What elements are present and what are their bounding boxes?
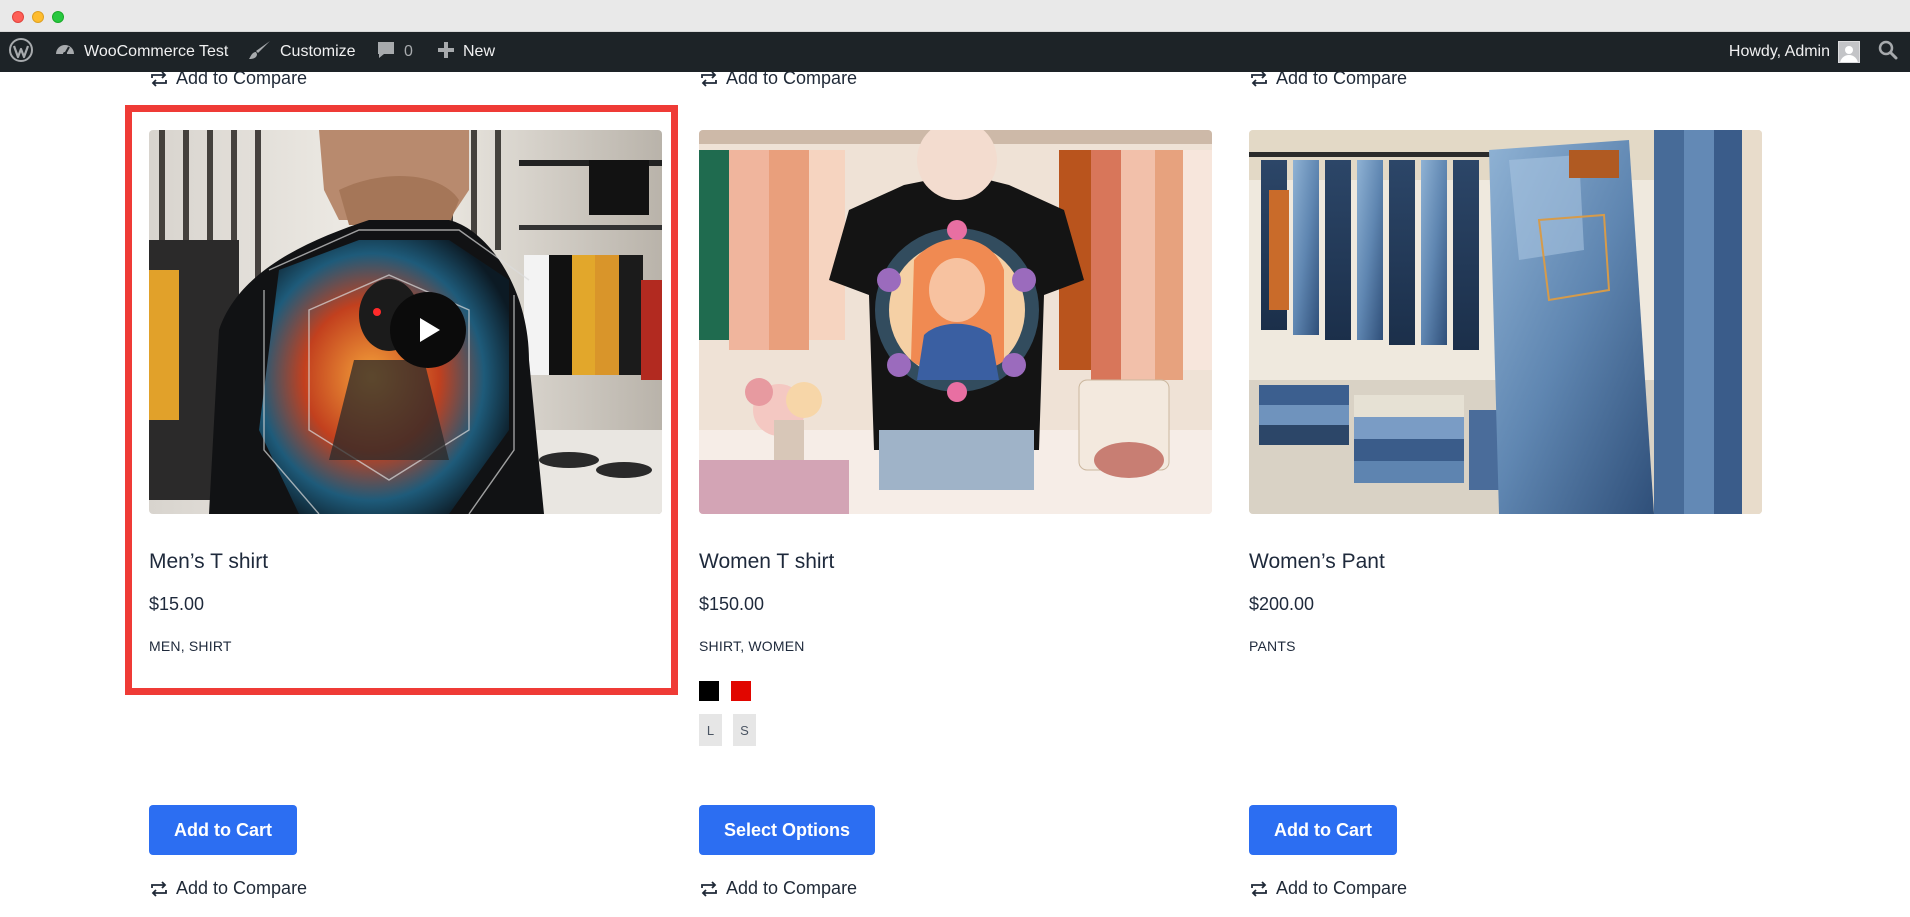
site-name-menu[interactable]: WooCommerce Test [54,32,228,72]
size-option-s[interactable]: S [733,714,756,746]
add-to-compare-link[interactable]: Add to Compare [700,878,857,899]
new-content-menu[interactable]: New [437,32,495,72]
add-to-compare-label: Add to Compare [176,878,308,898]
product-title[interactable]: Women’s Pant [1249,550,1385,574]
product-image-mens-tshirt[interactable] [149,130,662,514]
admin-search-button[interactable] [1878,32,1898,72]
product-image-women-tshirt[interactable] [699,130,1212,514]
product-title[interactable]: Women T shirt [699,550,834,574]
product-price: $150.00 [699,594,765,614]
wordpress-menu[interactable] [8,32,34,72]
close-window-button[interactable] [12,11,24,23]
dashboard-gauge-icon [54,39,76,66]
wp-admin-bar: WooCommerce Test Customize 0 New Howdy, … [0,32,1910,72]
window-titlebar [0,0,1910,32]
product-categories[interactable]: MEN, SHIRT [149,638,232,654]
customize-link[interactable]: Customize [248,32,356,72]
color-swatch-black[interactable] [699,681,719,701]
paintbrush-icon [248,39,272,66]
product-price: $15.00 [149,594,205,614]
compare-arrows-icon [151,72,167,87]
compare-arrows-icon [1251,72,1267,87]
site-name-label: WooCommerce Test [84,43,229,60]
color-swatch-red[interactable] [731,681,751,701]
product-categories[interactable]: PANTS [1249,638,1296,654]
product-image-womens-pant[interactable] [1249,130,1762,514]
product-categories[interactable]: SHIRT, WOMEN [699,638,805,654]
compare-arrows-icon [151,880,167,897]
comments-count: 0 [404,43,413,60]
minimize-window-button[interactable] [32,11,44,23]
add-to-compare-link[interactable]: Add to Compare [150,878,307,899]
customize-label: Customize [280,43,356,60]
zoom-window-button[interactable] [52,11,64,23]
search-icon [1878,40,1898,65]
product-title[interactable]: Men’s T shirt [149,550,268,574]
play-icon [420,318,440,342]
add-to-cart-button[interactable]: Add to Cart [149,805,297,855]
play-video-button[interactable] [390,292,466,368]
add-to-compare-link[interactable]: Add to Compare [700,72,857,89]
howdy-label: Howdy, Admin [1728,43,1830,60]
add-to-compare-link[interactable]: Add to Compare [1250,72,1407,89]
add-to-compare-label: Add to Compare [726,878,858,898]
wordpress-logo-icon [8,37,34,68]
add-to-compare-label: Add to Compare [1276,72,1408,88]
add-to-compare-label: Add to Compare [176,72,308,88]
new-label: New [463,43,496,60]
add-to-compare-label: Add to Compare [726,72,858,88]
avatar [1838,41,1860,63]
comment-bubble-icon [376,40,396,65]
compare-arrows-icon [701,72,717,87]
product-price: $200.00 [1249,594,1315,614]
products-grid: Add to Compare Add to Compare Add to Com… [0,72,1910,917]
plus-icon [437,41,455,64]
add-to-compare-link[interactable]: Add to Compare [1250,878,1407,899]
compare-arrows-icon [1251,880,1267,897]
my-account-menu[interactable]: Howdy, Admin [1729,32,1860,72]
select-options-button[interactable]: Select Options [699,805,876,855]
size-option-l[interactable]: L [699,714,722,746]
add-to-compare-link[interactable]: Add to Compare [150,72,307,89]
comments-link[interactable]: 0 [376,32,413,72]
add-to-compare-label: Add to Compare [1276,878,1408,898]
add-to-cart-button[interactable]: Add to Cart [1249,805,1397,855]
compare-arrows-icon [701,880,717,897]
